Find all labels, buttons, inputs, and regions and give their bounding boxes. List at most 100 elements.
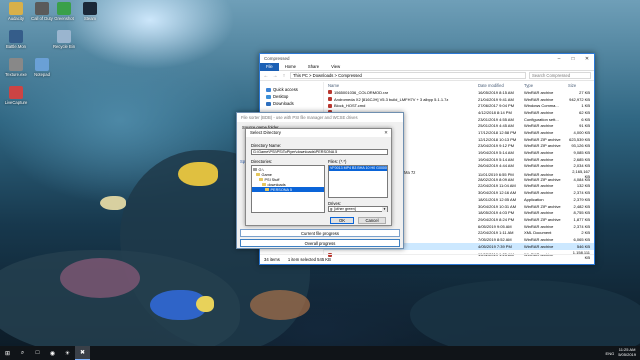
file-date: 27/06/2017 9:04 PM [478,103,515,109]
drives-select[interactable]: g: [other green] ▼ [328,206,388,212]
file-date: 4/12/2018 8:14 PM [478,109,512,115]
file-type: WinRAR archive [524,156,554,162]
browser-icon[interactable]: ◉ [45,346,60,360]
file-name: 1565001036_COLORMOD.rar [328,90,478,95]
current-file-progress: Current file progress [240,229,400,237]
desktop-icon-label: Greenshot [54,16,74,21]
dialog-title: Select Directory [250,130,281,135]
maximize-icon[interactable]: □ [566,54,580,63]
tab-share[interactable]: Share [302,63,325,71]
selection-info: 1 item selected 545 KB [287,257,331,262]
file-date: 29/04/2019 8:24 PM [478,216,515,222]
address-bar[interactable]: This PC > Downloads > Compressed [290,72,526,79]
steam-icon[interactable]: ☀ [60,346,75,360]
select-directory-titlebar[interactable]: Select Directory ✕ [246,129,391,137]
column-type[interactable]: Type [524,83,568,88]
desktop-icon-notepad[interactable]: Notepad [28,58,56,77]
tab-view[interactable]: View [325,63,346,71]
desktop-icon-greenshot[interactable]: Greenshot [50,2,78,21]
file-type: WinRAR ZIP archive [524,203,561,209]
desktop-icon-label: Texture.exe [5,72,27,77]
language-indicator[interactable]: ENG [606,351,615,356]
file-size: 2,374 KB [573,190,590,196]
chevron-down-icon[interactable]: ▼ [382,207,387,212]
partial-filename: Ma 7z [404,170,416,175]
overall-progress: Overall progress [240,239,400,247]
directory-tree[interactable]: G:\ Game PSI Stuff downloads PERSONA 5 [251,165,325,213]
wallpaper-coral [250,290,310,320]
file-size: 132 KB [576,183,590,189]
current-progress-label: Current file progress [301,231,339,236]
file-sorter-taskbar-icon[interactable]: ✖ [75,346,90,360]
column-size[interactable]: Size [568,83,592,88]
tree-node-persona5[interactable]: PERSONA 5 [252,187,324,192]
up-icon[interactable]: ↑ [281,73,287,79]
drive-icon [253,168,257,171]
directory-name-field[interactable]: G:\Game\PSI\PS\ToPlyer\downloads\PERSONA… [251,149,388,155]
file-size: 62 KB [579,109,590,115]
tab-home[interactable]: Home [279,63,302,71]
nav-item-downloads[interactable]: Downloads [260,100,323,107]
explorer-titlebar[interactable]: Compressed – □ ✕ [260,54,594,63]
files-label: Files: (*.*) [328,159,347,164]
task-view-icon[interactable]: □ [30,346,45,360]
tab-file[interactable]: File [260,62,279,71]
search-icon[interactable]: ⌕ [15,346,30,360]
table-row[interactable]: 1565001036_COLORMOD.rar 16/05/2019 8:15 A… [324,89,594,96]
close-icon[interactable]: ✕ [381,129,391,137]
file-date: 30/04/2019 12:16 AM [478,190,517,196]
desktop-icon-steam[interactable]: Steam [76,2,104,21]
select-directory-dialog[interactable]: Select Directory ✕ Directory Name: G:\Ga… [245,128,392,226]
cancel-button[interactable]: Cancel [358,217,386,224]
clock[interactable]: 11:25 AM 5/05/2019 [618,348,636,357]
clock-date: 5/05/2019 [618,352,636,357]
star-icon [266,87,271,92]
desktop-icon-recyclebin[interactable]: Recycle Bin [50,30,78,49]
file-size: 4,000 KB [573,129,590,135]
file-size: 2,379 KB [573,196,590,202]
progress-group: Current file progress Overall progress [240,229,400,249]
file-date: 17/12/2018 12:58 PM [478,129,517,135]
search-input[interactable]: Search Compressed [529,72,591,79]
download-icon [266,101,271,106]
desktop-icon-texture[interactable]: Texture.exe [2,58,30,77]
file-name: Andromeda X2 [816CJH] V5.3 build_LMFH7V … [328,97,478,102]
table-row[interactable]: Block_HOST.cmd 27/06/2017 9:04 PM Windows … [324,102,594,109]
file-date: 12/12/2018 10:13 PM [478,136,517,142]
minimize-icon[interactable]: – [552,54,566,63]
close-icon[interactable]: ✕ [580,54,594,63]
file-type: WinRAR archive [524,150,554,156]
file-date: 26/04/2019 4:44 AM [478,163,514,169]
archive-icon [328,97,332,102]
desktop-icon-audacity[interactable]: Audacity [2,2,30,21]
nav-item-desktop[interactable]: Desktop [260,93,323,100]
files-list[interactable]: VF0013 MP4 B3 BHA 10 H0 G0000 80 [328,165,388,198]
file-date: 19/04/2019 5:14 AM [478,150,514,156]
desktop-icon-label: Audacity [7,16,25,21]
column-name[interactable]: Name [328,83,478,88]
file-type: Application [524,196,544,202]
sorter-titlebar[interactable]: File sorter (BDB) - use with PSI file ma… [237,113,403,122]
desktop-icon-battlemon[interactable]: Battle.Mon [2,30,30,49]
back-icon[interactable]: ← [263,73,269,79]
start-icon[interactable]: ⊞ [0,346,15,360]
forward-icon[interactable]: → [272,73,278,79]
file-type: WinRAR archive [524,89,554,95]
overall-progress-label: Overall progress [304,241,336,246]
table-row[interactable]: Andromeda X2 [816CJH] V5.3 build_LMFH7V … [324,96,594,103]
column-date[interactable]: Date modified [478,83,524,88]
ok-button[interactable]: OK [330,217,354,224]
wallpaper-rock [410,280,640,346]
wallpaper-fish [196,296,214,312]
file-type: WinRAR archive [524,243,554,249]
ribbon-tabs: File Home Share View [260,62,594,71]
archive-icon [328,90,332,95]
file-type: WinRAR archive [524,236,554,242]
file-type: WinRAR archive [524,129,554,135]
desktop-icon-livecapture[interactable]: LiveCapture [2,86,30,105]
nav-item-quick-access[interactable]: Quick access [260,86,323,93]
file-date: 7/05/2019 8:52 AM [478,236,512,242]
wallpaper-coral [60,258,140,298]
archive-icon [328,103,332,108]
file-item[interactable]: VF0013 MP4 B3 BHA 10 H0 G0000 80 [329,166,387,171]
